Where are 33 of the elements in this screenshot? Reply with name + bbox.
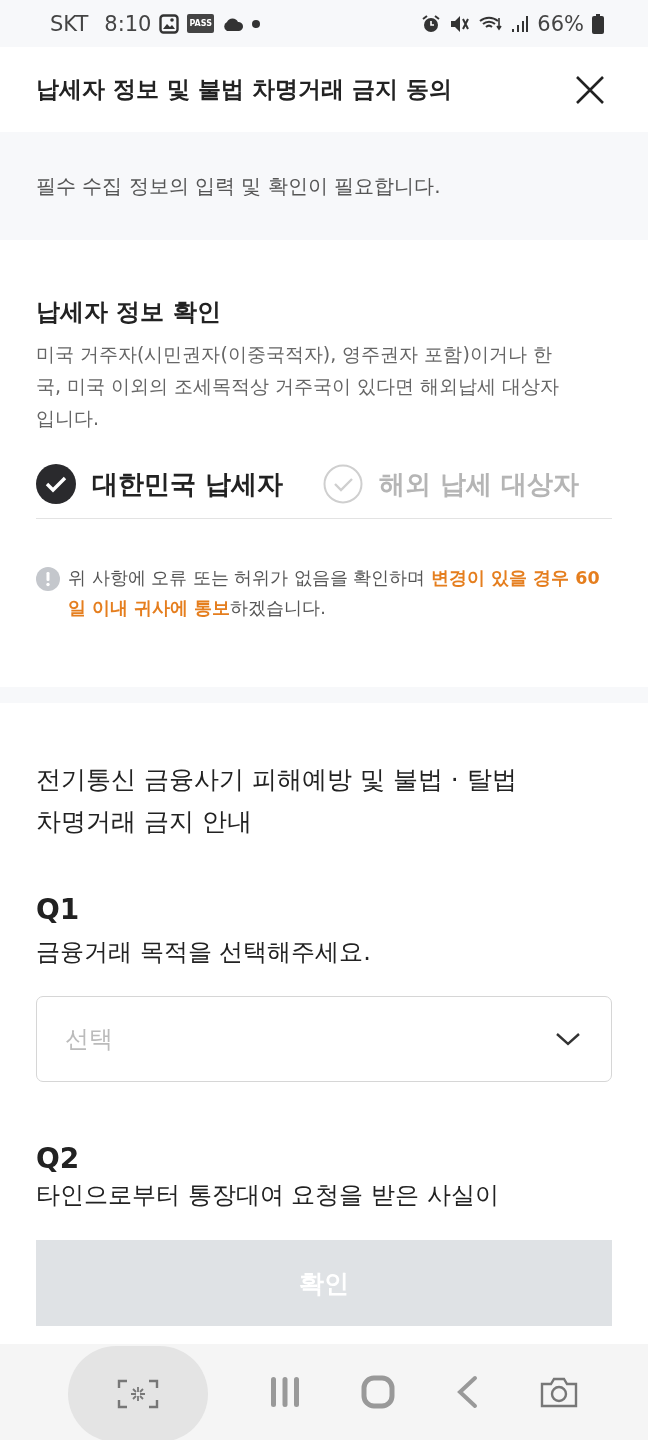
question-text: 타인으로부터 통장대여 요청을 받은 사실이 <box>36 1180 500 1211</box>
alarm-icon <box>421 13 442 34</box>
notice-banner: 필수 수집 정보의 입력 및 확인이 필요합니다. <box>0 132 648 240</box>
clock-text: 8:10 <box>104 11 152 36</box>
back-icon[interactable] <box>455 1375 480 1409</box>
home-icon[interactable] <box>360 1375 395 1409</box>
pass-badge: PASS <box>187 14 214 33</box>
question-number: Q1 <box>36 893 81 926</box>
purpose-select[interactable]: 선택 <box>36 996 612 1082</box>
section-description: 미국 거주자(시민권자(이중국적자), 영주권자 포함)이거나 한국, 미국 이외의 조세목적상 거주국이 있다면 해외납세 대상자 입니다. <box>36 342 561 431</box>
section-title: 전기통신 금융사기 피해예방 및 불법 · 탈법 차명거래 금지 안내 <box>36 764 518 838</box>
recent-apps-icon[interactable] <box>268 1376 301 1408</box>
dot-icon <box>251 19 260 28</box>
check-icon <box>36 464 76 504</box>
radio-option[interactable]: 대한민국 납세자 <box>36 464 284 504</box>
question-number: Q2 <box>36 1142 81 1175</box>
gallery-icon <box>159 13 180 34</box>
carrier-text: SKT <box>50 11 89 36</box>
page-title: 납세자 정보 및 불법 차명거래 금지 동의 <box>36 75 453 104</box>
signal-icon <box>511 14 530 33</box>
camera-icon[interactable] <box>539 1376 578 1408</box>
section-title: 납세자 정보 확인 <box>36 297 222 328</box>
confirmation-text: 위 사항에 오류 또는 허위가 없음을 확인하며 변경이 있을 경우 60일 이내 귀사에 통보하겠습니다. <box>68 567 601 620</box>
warning-icon <box>36 567 60 591</box>
battery-icon <box>592 13 604 34</box>
chevron-down-icon <box>555 1031 581 1047</box>
radio-option[interactable]: 해외 납세 대상자 <box>323 464 580 504</box>
close-icon[interactable] <box>574 73 606 106</box>
capture-icon <box>117 1379 160 1409</box>
battery-text: 66% <box>537 11 584 36</box>
question-text: 금융거래 목적을 선택해주세요. <box>36 937 372 968</box>
cloud-icon <box>221 16 244 31</box>
check-icon <box>323 464 364 504</box>
